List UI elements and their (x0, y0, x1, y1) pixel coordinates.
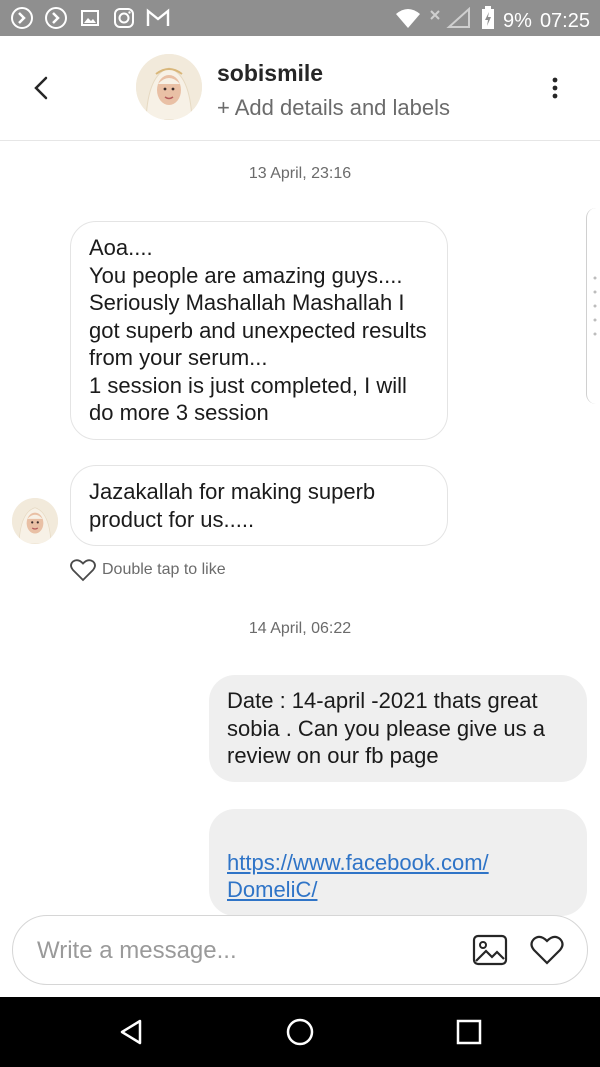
nav-home-button[interactable] (285, 1017, 315, 1047)
heart-icon (530, 935, 564, 965)
message-input[interactable] (35, 930, 459, 972)
double-tap-like-hint[interactable]: Double tap to like (70, 558, 226, 582)
incoming-message[interactable]: Jazakallah for making superb product for… (70, 465, 448, 546)
like-hint-label: Double tap to like (102, 561, 226, 578)
nav-back-button[interactable] (116, 1017, 146, 1047)
system-navigation-bar (0, 997, 600, 1067)
triangle-back-icon (120, 1019, 142, 1045)
wifi-icon (395, 7, 421, 35)
battery-percent: 9% (503, 9, 532, 32)
no-signal-icon (429, 6, 473, 35)
timestamp: 14 April, 06:22 (248, 620, 352, 637)
battery-charging-icon (481, 6, 495, 36)
like-button[interactable] (529, 934, 565, 966)
more-vertical-icon (552, 77, 558, 99)
edge-handle[interactable] (586, 208, 600, 404)
status-bar: 9% 07:25 (0, 0, 600, 36)
gmail-icon (146, 6, 170, 30)
facebook-link[interactable]: https://www.facebook.com/ DomeliC/ (227, 850, 489, 903)
message-thread[interactable]: 13 April, 23:16 Aoa.... You people are a… (0, 140, 600, 916)
arrow-circle-icon (10, 6, 34, 30)
instagram-icon (112, 6, 136, 30)
image-notification-icon (78, 6, 102, 30)
gallery-button[interactable] (472, 934, 508, 966)
message-composer (12, 915, 588, 985)
sender-avatar[interactable] (12, 498, 58, 544)
add-details-link[interactable]: + Add details and labels (217, 95, 450, 121)
outgoing-message[interactable]: https://www.facebook.com/ DomeliC/ (209, 809, 587, 916)
image-icon (472, 934, 508, 966)
chevron-left-icon (34, 76, 48, 100)
back-button[interactable] (28, 72, 56, 104)
username[interactable]: sobismile (217, 60, 323, 87)
heart-icon (70, 559, 96, 582)
timestamp: 13 April, 23:16 (248, 165, 352, 182)
square-recents-icon (456, 1019, 482, 1045)
outgoing-message[interactable]: Date : 14-april -2021 thats great sobia … (209, 675, 587, 782)
incoming-message[interactable]: Aoa.... You people are amazing guys.... … (70, 221, 448, 440)
clock: 07:25 (539, 9, 590, 32)
conversation-header: sobismile + Add details and labels (0, 36, 600, 141)
avatar[interactable] (136, 54, 202, 120)
nav-recents-button[interactable] (454, 1017, 484, 1047)
arrow-circle-icon (44, 6, 68, 30)
more-options-button[interactable] (548, 76, 562, 100)
circle-home-icon (286, 1018, 314, 1046)
